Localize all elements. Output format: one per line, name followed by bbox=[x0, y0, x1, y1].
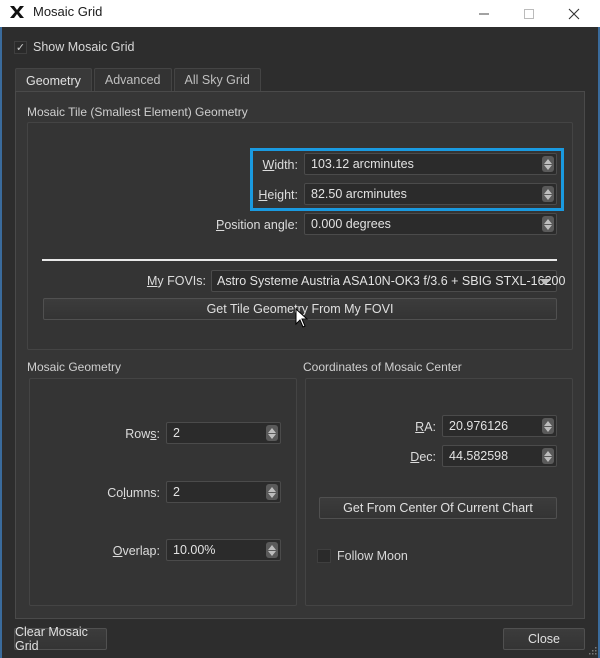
clear-mosaic-grid-button[interactable]: Clear Mosaic Grid bbox=[14, 625, 107, 653]
dec-spinbox[interactable]: 44.582598 bbox=[442, 445, 557, 467]
minimize-icon bbox=[479, 13, 489, 14]
spin-arrows-icon[interactable] bbox=[266, 542, 278, 558]
overlap-spinbox[interactable]: 10.00% bbox=[166, 539, 281, 561]
overlap-value: 10.00% bbox=[173, 543, 216, 557]
spin-arrows-icon[interactable] bbox=[542, 216, 554, 232]
mosaic-center-group bbox=[305, 378, 573, 606]
mosaic-center-group-title: Coordinates of Mosaic Center bbox=[303, 360, 462, 374]
my-fovis-dropdown[interactable]: Astro Systeme Austria ASA10N-OK3 f/3.6 +… bbox=[211, 270, 565, 292]
chevron-down-icon bbox=[540, 279, 550, 285]
close-icon bbox=[568, 8, 580, 19]
columns-spinbox[interactable]: 2 bbox=[166, 481, 281, 503]
close-window-button[interactable] bbox=[551, 0, 597, 27]
title-bar: Mosaic Grid bbox=[0, 0, 600, 27]
close-button[interactable]: Close bbox=[503, 628, 585, 650]
maximize-icon bbox=[524, 8, 534, 19]
spin-arrows-icon[interactable] bbox=[266, 425, 278, 441]
dec-label: Dec: bbox=[410, 450, 436, 464]
ra-label: RA: bbox=[415, 420, 436, 434]
columns-label: Columns: bbox=[107, 486, 160, 500]
dec-value: 44.582598 bbox=[449, 449, 509, 463]
overlap-label: Overlap: bbox=[112, 544, 160, 558]
rows-value: 2 bbox=[173, 426, 180, 440]
ra-spinbox[interactable]: 20.976126 bbox=[442, 415, 557, 437]
position-angle-label: Position angle: bbox=[215, 218, 298, 232]
checkmark-icon: ✓ bbox=[14, 40, 27, 54]
spin-arrows-icon[interactable] bbox=[542, 448, 554, 464]
spin-arrows-icon[interactable] bbox=[266, 484, 278, 500]
window-title: Mosaic Grid bbox=[33, 4, 103, 19]
window-frame-left bbox=[0, 27, 2, 658]
ra-value: 20.976126 bbox=[449, 419, 509, 433]
rows-spinbox[interactable]: 2 bbox=[166, 422, 281, 444]
position-angle-value: 0.000 degrees bbox=[311, 217, 391, 231]
rows-label: Rows: bbox=[125, 427, 160, 441]
get-from-center-button[interactable]: Get From Center Of Current Chart bbox=[319, 497, 557, 519]
highlight-box bbox=[250, 148, 564, 211]
tab-bar: Geometry Advanced All Sky Grid bbox=[15, 68, 263, 92]
follow-moon-label: Follow Moon bbox=[337, 549, 408, 563]
checkbox-icon bbox=[317, 549, 331, 563]
tab-all-sky-grid[interactable]: All Sky Grid bbox=[173, 68, 261, 91]
spin-arrows-icon[interactable] bbox=[542, 418, 554, 434]
columns-value: 2 bbox=[173, 485, 180, 499]
show-mosaic-grid-label: Show Mosaic Grid bbox=[33, 40, 135, 54]
separator-line bbox=[42, 259, 557, 261]
resize-grip-icon[interactable] bbox=[589, 647, 597, 655]
show-mosaic-grid-checkbox[interactable]: ✓ Show Mosaic Grid bbox=[14, 40, 134, 54]
follow-moon-checkbox[interactable]: Follow Moon bbox=[317, 549, 408, 563]
mosaic-geometry-group-title: Mosaic Geometry bbox=[27, 360, 122, 374]
maximize-button[interactable] bbox=[506, 0, 552, 27]
mouse-cursor-icon bbox=[295, 308, 309, 328]
tab-geometry[interactable]: Geometry bbox=[15, 68, 92, 92]
minimize-button[interactable] bbox=[461, 0, 507, 27]
tile-geometry-group-title: Mosaic Tile (Smallest Element) Geometry bbox=[27, 105, 248, 119]
tab-advanced[interactable]: Advanced bbox=[93, 68, 172, 91]
position-angle-spinbox[interactable]: 0.000 degrees bbox=[304, 213, 557, 235]
my-fovis-label: My FOVIs: bbox=[146, 274, 206, 288]
app-x-icon bbox=[10, 6, 24, 18]
my-fovis-value: Astro Systeme Austria ASA10N-OK3 f/3.6 +… bbox=[217, 274, 566, 288]
